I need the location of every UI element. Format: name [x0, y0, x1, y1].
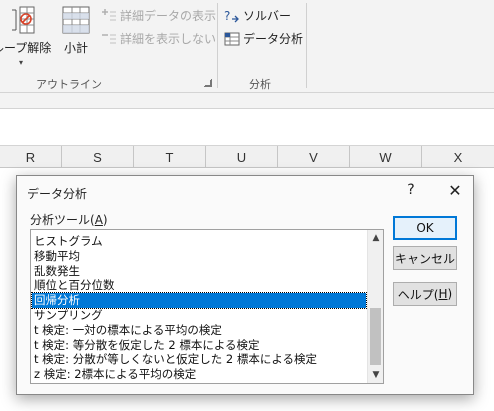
- list-item[interactable]: 移動平均: [32, 249, 366, 264]
- subtotal-label: 小計: [63, 41, 88, 55]
- solver-icon: ?: [224, 8, 240, 24]
- group-divider: [306, 3, 307, 88]
- show-detail-icon: [101, 8, 117, 24]
- solver-button[interactable]: ? ソルバー: [224, 7, 291, 24]
- column-header[interactable]: W: [350, 146, 422, 168]
- group-divider: [217, 3, 218, 88]
- list-scrollbar[interactable]: ▲ ▼: [367, 230, 383, 383]
- column-header[interactable]: X: [422, 146, 494, 168]
- scrollbar-thumb[interactable]: [370, 308, 381, 365]
- list-item[interactable]: z 検定: 2標本による平均の検定: [32, 367, 366, 382]
- list-item[interactable]: t 検定: 等分散を仮定した 2 標本による検定: [32, 338, 366, 353]
- hide-detail-icon: [101, 31, 117, 47]
- ungroup-label: ループ解除: [0, 41, 52, 55]
- column-header[interactable]: R: [0, 146, 62, 168]
- help-button[interactable]: ヘルプ(H): [393, 282, 457, 306]
- outline-group-label: アウトライン: [36, 78, 102, 91]
- list-item[interactable]: t 検定: 一対の標本による平均の検定: [32, 323, 366, 338]
- ungroup-icon: [11, 6, 35, 34]
- close-icon[interactable]: ✕: [445, 181, 465, 201]
- subtotal-icon: [62, 6, 90, 34]
- column-header[interactable]: V: [278, 146, 350, 168]
- svg-text:?: ?: [224, 9, 230, 23]
- list-item[interactable]: t 検定: 分散が等しくないと仮定した 2 標本による検定: [32, 352, 366, 367]
- dialog-title: データ分析: [27, 187, 88, 201]
- hide-detail-button[interactable]: 詳細を表示しない: [101, 30, 216, 47]
- chevron-down-icon[interactable]: ▾: [19, 58, 23, 67]
- scroll-down-icon[interactable]: ▼: [368, 367, 383, 383]
- list-item[interactable]: サンプリング: [32, 308, 366, 323]
- ok-button[interactable]: OK: [393, 216, 457, 240]
- formula-area: [0, 93, 494, 109]
- show-detail-button[interactable]: 詳細データの表示: [101, 7, 216, 24]
- data-analysis-label: データ分析: [243, 32, 304, 46]
- data-analysis-button[interactable]: データ分析: [224, 30, 303, 47]
- ungroup-button[interactable]: ループ解除: [0, 4, 51, 56]
- ribbon: ループ解除 ▾ 小計 詳細データの表示: [0, 0, 494, 93]
- solver-label: ソルバー: [243, 9, 292, 23]
- cancel-button[interactable]: キャンセル: [393, 246, 457, 270]
- column-headers: R S T U V W X: [0, 145, 494, 168]
- analysis-group-label: 分析: [249, 78, 271, 91]
- column-header[interactable]: S: [62, 146, 134, 168]
- list-item-selected[interactable]: 回帰分析: [31, 292, 367, 309]
- scroll-up-icon[interactable]: ▲: [368, 230, 383, 246]
- subtotal-button[interactable]: 小計: [60, 4, 92, 56]
- list-item[interactable]: 順位と百分位数: [32, 278, 366, 293]
- analysis-tools-list[interactable]: ヒストグラム 移動平均 乱数発生 順位と百分位数 回帰分析 サンプリング t 検…: [30, 229, 384, 384]
- dialog-launcher-icon[interactable]: [204, 79, 212, 87]
- column-header[interactable]: T: [134, 146, 206, 168]
- hide-detail-label: 詳細を表示しない: [120, 32, 217, 46]
- help-icon[interactable]: ?: [403, 182, 419, 198]
- list-item[interactable]: 乱数発生: [32, 264, 366, 279]
- data-analysis-dialog: データ分析 ? ✕ 分析ツール(A) ヒストグラム 移動平均 乱数発生 順位と百…: [16, 175, 474, 395]
- analysis-tools-label: 分析ツール(A): [30, 213, 108, 227]
- data-analysis-icon: [224, 31, 240, 47]
- list-item[interactable]: ヒストグラム: [32, 234, 366, 249]
- column-header[interactable]: U: [206, 146, 278, 168]
- show-detail-label: 詳細データの表示: [120, 9, 217, 23]
